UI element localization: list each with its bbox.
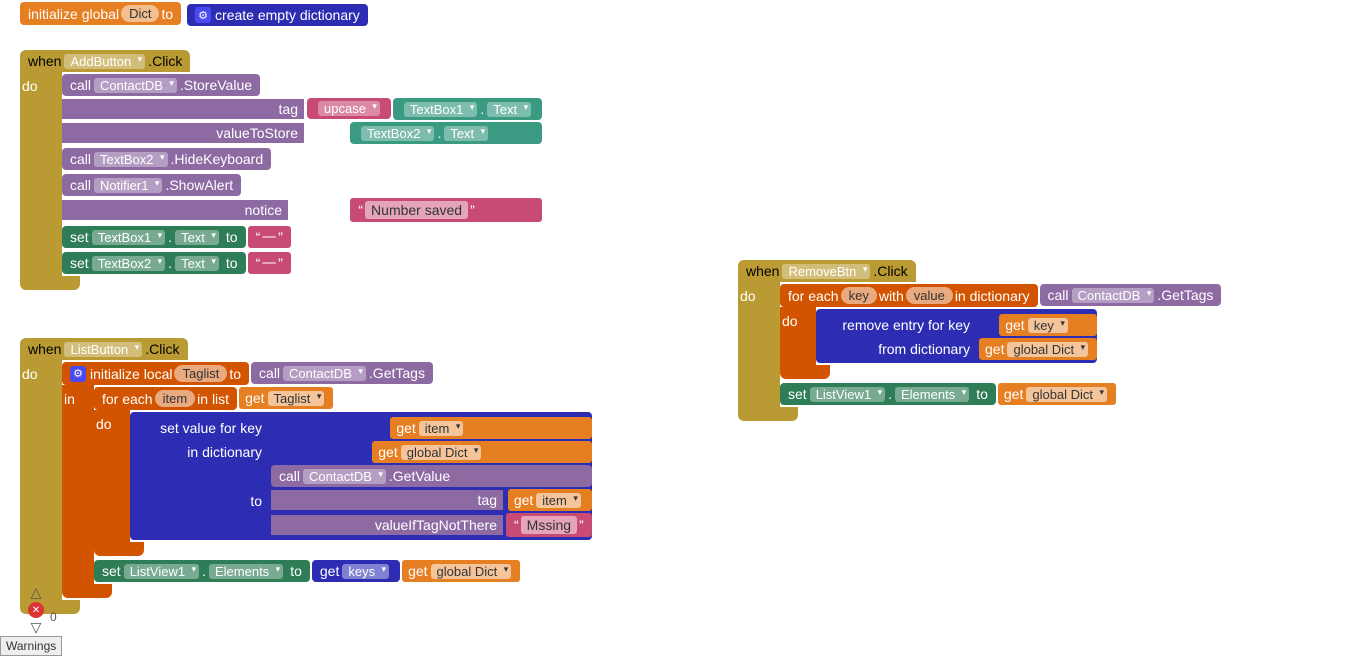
in-arm: in <box>62 385 94 584</box>
string-empty[interactable]: “” <box>248 226 291 248</box>
component-dd[interactable]: ContactDB <box>94 78 177 93</box>
comp-dd[interactable]: TextBox1 <box>92 230 165 245</box>
do-arm: do <box>94 410 130 542</box>
method-lbl: .StoreValue <box>180 77 252 93</box>
comp-dd[interactable]: ContactDB <box>283 366 366 381</box>
textbox2-text[interactable]: TextBox2. Text <box>350 122 542 144</box>
component-dd[interactable]: AddButton <box>64 54 145 69</box>
gear-icon[interactable]: ⚙ <box>70 366 86 382</box>
do-arm: do <box>20 72 62 276</box>
when-removebtn-click[interactable]: when RemoveBtn .Click do for each key wi… <box>738 260 1221 421</box>
get-key[interactable]: get key <box>999 314 1097 336</box>
event-label: .Click <box>148 53 182 69</box>
foreach-block[interactable]: for each item in list <box>94 387 237 410</box>
chevron-down-icon[interactable]: ▽ <box>31 619 42 636</box>
upcase-dd[interactable]: upcase <box>318 101 380 116</box>
call-showalert[interactable]: call Notifier1 .ShowAlert notice “Number… <box>62 174 542 222</box>
string-empty[interactable]: “” <box>248 252 291 274</box>
get-globaldict[interactable]: get global Dict <box>979 338 1097 360</box>
when-addbutton-click[interactable]: when AddButton .Click do call ContactDB … <box>20 50 542 290</box>
set-value-for-key[interactable]: set value for key get item in dictionary <box>130 412 592 540</box>
set-block[interactable]: set ListView1. Elements to <box>94 560 310 582</box>
gear-icon[interactable]: ⚙ <box>195 7 211 23</box>
arg-notice: notice <box>62 200 288 220</box>
when-label: when <box>28 53 61 69</box>
initlocal-block[interactable]: ⚙ initialize local Taglist to <box>62 362 249 385</box>
call-getvalue[interactable]: call ContactDB .GetValue <box>271 465 592 487</box>
var-name[interactable]: Dict <box>121 5 159 22</box>
comp-dd[interactable]: Notifier1 <box>94 178 162 193</box>
set-listview-elements[interactable]: set ListView1. Elements to get global Di… <box>780 383 1221 405</box>
warnings-button[interactable]: Warnings <box>0 636 62 656</box>
comp-dd[interactable]: TextBox2 <box>94 152 167 167</box>
init-global[interactable]: initialize global Dict to <box>20 2 181 25</box>
set-listview-elements[interactable]: set ListView1. Elements to get keys get <box>94 560 592 582</box>
do-arm: do <box>738 282 780 407</box>
prop-dd[interactable]: Text <box>487 102 531 117</box>
prop-dd[interactable]: Text <box>175 256 219 271</box>
foreach-item[interactable]: for each item in list get Taglist <box>94 387 592 556</box>
global-init-block[interactable]: initialize global Dict to ⚙ create empty… <box>20 2 368 26</box>
prop-dd[interactable]: Text <box>444 126 488 141</box>
do-arm: do <box>20 360 62 600</box>
upcase-block[interactable]: upcase <box>307 98 391 119</box>
component-dd[interactable]: ListButton <box>64 342 142 357</box>
comp-dd[interactable]: RemoveBtn <box>782 264 870 279</box>
call-gettags[interactable]: call ContactDB .GetTags <box>251 362 433 384</box>
call-gettags[interactable]: call ContactDB .GetTags <box>1040 284 1222 306</box>
set-tb2-text[interactable]: set TextBox2. Text to “” <box>62 252 542 274</box>
call-storevalue[interactable]: call ContactDB .StoreValue tag upcase Te… <box>62 74 542 144</box>
comp-dd[interactable]: TextBox1 <box>404 102 477 117</box>
get-globaldict[interactable]: get global Dict <box>372 441 591 463</box>
string-notice[interactable]: “Number saved” <box>350 198 542 222</box>
remove-entry[interactable]: remove entry for key get key from dictio… <box>816 309 1097 363</box>
comp-dd[interactable]: TextBox2 <box>92 256 165 271</box>
do-arm: do <box>780 307 816 365</box>
foreach-key-value[interactable]: for each key with value in dictionary ca… <box>780 284 1221 379</box>
foreach-dict-block[interactable]: for each key with value in dictionary <box>780 284 1038 307</box>
call-lbl: call <box>70 77 91 93</box>
label: initialize global <box>28 6 119 22</box>
call-block[interactable]: call ContactDB .StoreValue <box>62 74 260 96</box>
warnings-nav[interactable]: △ ✕ ▽ <box>28 584 44 636</box>
textbox1-text[interactable]: TextBox1. Text <box>393 98 542 120</box>
set-block[interactable]: set ListView1. Elements to <box>780 383 996 405</box>
call-hidekeyboard[interactable]: call TextBox2 .HideKeyboard <box>62 148 271 170</box>
label: to <box>161 6 173 22</box>
event-header[interactable]: when ListButton .Click <box>20 338 188 360</box>
keys-block[interactable]: get keys <box>312 560 400 582</box>
get-taglist[interactable]: get Taglist <box>239 387 333 409</box>
warnings-count: 0 <box>50 610 57 624</box>
create-empty-dict[interactable]: ⚙ create empty dictionary <box>187 4 368 26</box>
arg-val: valueToStore <box>62 123 304 143</box>
prop-dd[interactable]: Text <box>175 230 219 245</box>
event-header[interactable]: when AddButton .Click <box>20 50 190 72</box>
event-header[interactable]: when RemoveBtn .Click <box>738 260 916 282</box>
error-icon[interactable]: ✕ <box>28 602 44 618</box>
set-tb1-text[interactable]: set TextBox1. Text to “” <box>62 226 542 248</box>
label: create empty dictionary <box>215 7 360 23</box>
when-listbutton-click[interactable]: when ListButton .Click do ⚙ initialize l… <box>20 338 592 614</box>
get-globaldict[interactable]: get global Dict <box>998 383 1116 405</box>
init-local-taglist[interactable]: ⚙ initialize local Taglist to call Conta… <box>62 362 592 598</box>
get-item[interactable]: get item <box>390 417 591 439</box>
get-globaldict2[interactable]: get global Dict <box>402 560 520 582</box>
comp-dd[interactable]: TextBox2 <box>361 126 434 141</box>
string-missing[interactable]: “Mssing” <box>506 513 592 537</box>
get-item2[interactable]: get item <box>508 489 592 511</box>
chevron-up-icon[interactable]: △ <box>31 584 42 601</box>
arg-tag: tag <box>62 99 304 119</box>
